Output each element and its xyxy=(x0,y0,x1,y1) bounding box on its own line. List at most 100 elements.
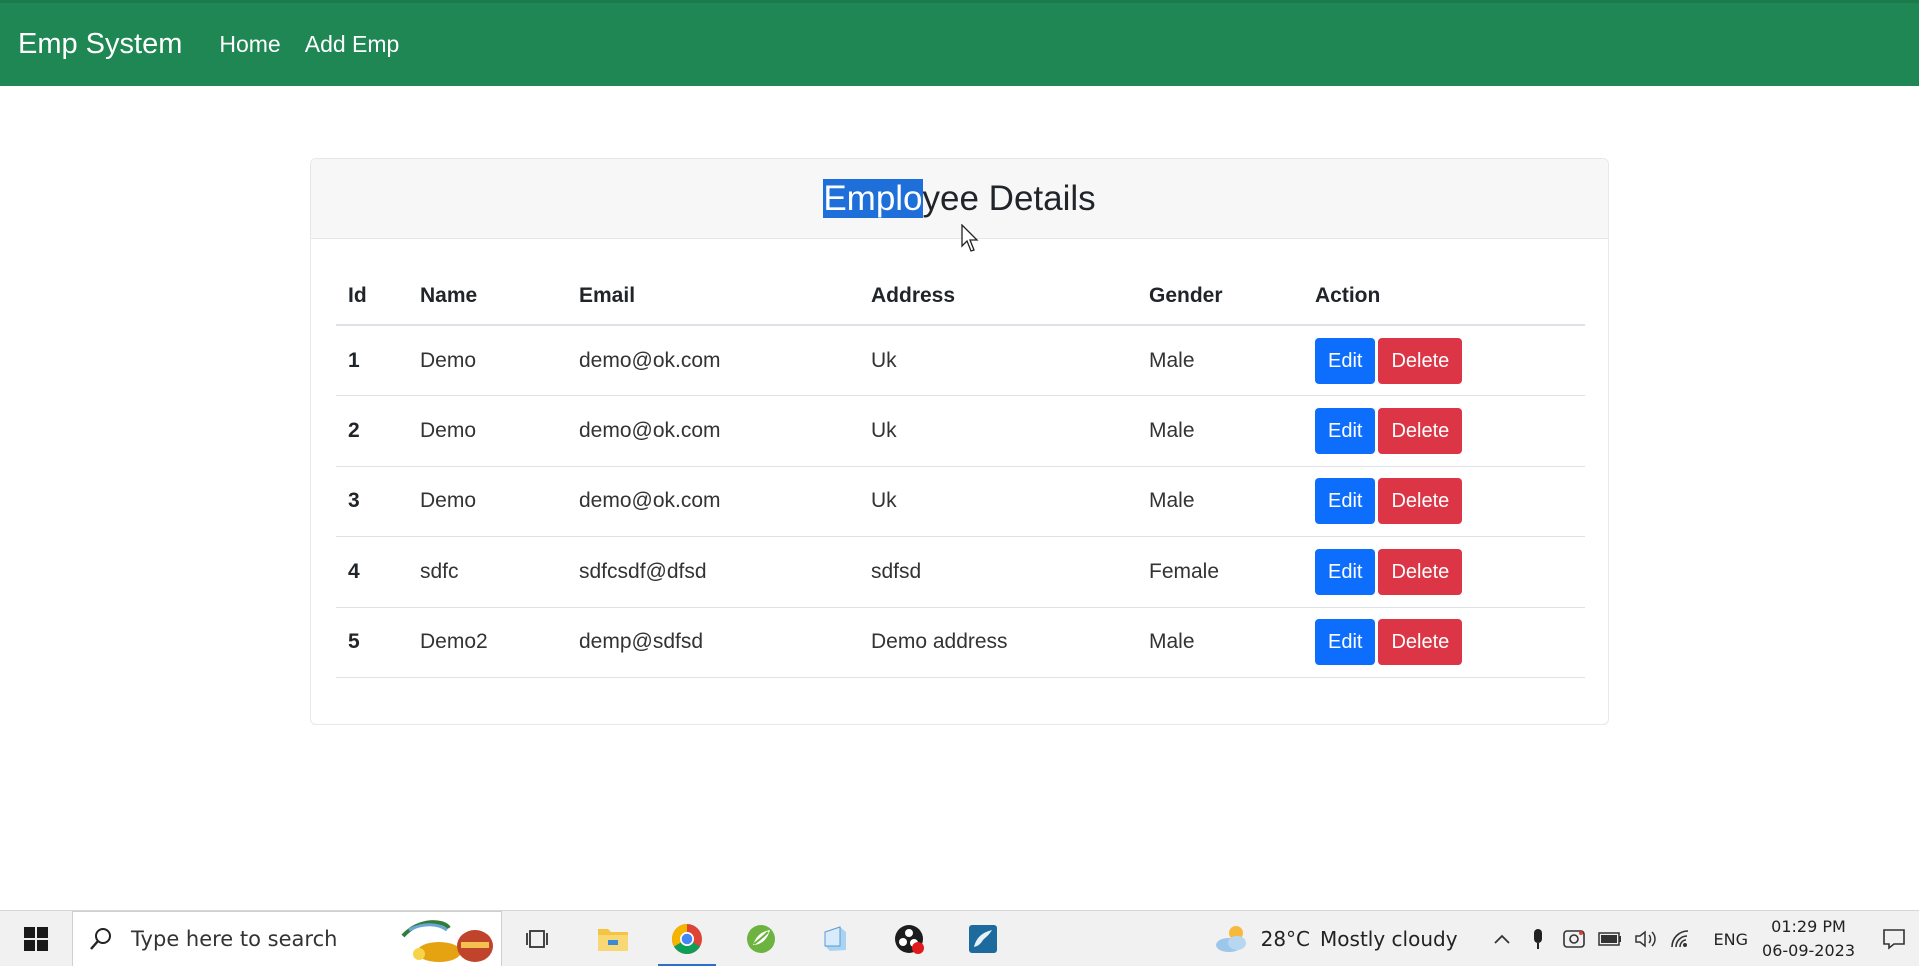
cell-name: Demo xyxy=(408,466,567,537)
clock-date: 06-09-2023 xyxy=(1762,941,1855,960)
microphone-icon xyxy=(1533,929,1542,949)
header-action: Action xyxy=(1303,267,1585,326)
selected-text: Emplo xyxy=(823,178,923,218)
search-highlight-icon xyxy=(401,919,493,962)
table-row: 5 Demo2 demp@sdfsd Demo address Male Edi… xyxy=(336,607,1585,678)
notification-center-button[interactable] xyxy=(1869,911,1919,966)
language-indicator[interactable]: ENG xyxy=(1714,930,1748,949)
cell-id: 5 xyxy=(336,607,408,678)
taskbar-app-spring-tool-suite[interactable] xyxy=(724,911,798,966)
cell-action: Edit Delete xyxy=(1303,466,1585,537)
chevron-up-icon xyxy=(1493,934,1510,944)
taskbar-app-mysql-workbench[interactable] xyxy=(946,911,1020,966)
obs-icon xyxy=(895,924,924,954)
cell-action: Edit Delete xyxy=(1303,325,1585,396)
cell-gender: Male xyxy=(1137,325,1303,396)
cell-name: Demo2 xyxy=(408,607,567,678)
cell-gender: Male xyxy=(1137,466,1303,537)
employee-card: Employee Details Id Name Email Address G… xyxy=(310,158,1609,725)
battery-icon xyxy=(1597,932,1621,946)
cell-address: Uk xyxy=(859,466,1137,537)
taskbar-search-box[interactable]: Type here to search xyxy=(72,910,502,966)
table-row: 2 Demo demo@ok.com Uk Male Edit Delete xyxy=(336,395,1585,467)
delete-button[interactable]: Delete xyxy=(1378,337,1463,384)
table-row: 4 sdfc sdfcsdf@dfsd sdfsd Female Edit Del… xyxy=(336,536,1585,608)
delete-button[interactable]: Delete xyxy=(1378,548,1463,595)
tray-app[interactable] xyxy=(1556,911,1592,966)
search-icon xyxy=(90,927,111,950)
cell-email: sdfcsdf@dfsd xyxy=(567,536,859,608)
cell-email: demo@ok.com xyxy=(567,325,859,396)
employee-table: Id Name Email Address Gender Action 1 De… xyxy=(336,267,1585,678)
cell-id: 1 xyxy=(336,325,408,396)
cell-email: demp@sdfsd xyxy=(567,607,859,678)
title-rest: yee Details xyxy=(922,178,1096,218)
taskbar-app-obs[interactable] xyxy=(872,911,946,966)
card-header: Employee Details xyxy=(311,159,1608,239)
cell-address: Uk xyxy=(859,325,1137,396)
delete-button[interactable]: Delete xyxy=(1378,407,1463,454)
task-view-button[interactable] xyxy=(502,911,576,966)
chrome-icon xyxy=(671,923,702,954)
capture-app-icon xyxy=(1562,930,1585,948)
cell-action: Edit Delete xyxy=(1303,536,1585,608)
cell-email: demo@ok.com xyxy=(567,395,859,467)
cell-gender: Female xyxy=(1137,536,1303,608)
spring-tool-suite-icon xyxy=(747,924,775,953)
edit-button[interactable]: Edit xyxy=(1315,337,1376,384)
cell-action: Edit Delete xyxy=(1303,607,1585,678)
taskbar-app-chrome[interactable] xyxy=(650,911,724,966)
edit-button[interactable]: Edit xyxy=(1315,407,1376,454)
system-tray: 28°C Mostly cloudy ENG 01:29 PM 06-09-20… xyxy=(1213,911,1919,966)
weather-widget[interactable]: 28°C Mostly cloudy xyxy=(1213,924,1458,954)
cell-id: 4 xyxy=(336,536,408,608)
header-email: Email xyxy=(567,267,859,326)
windows-taskbar: Type here to search 28°C Mostly cloudy E… xyxy=(0,910,1919,966)
tray-battery[interactable] xyxy=(1592,911,1628,966)
cell-gender: Male xyxy=(1137,607,1303,678)
cell-name: Demo xyxy=(408,325,567,396)
edit-button[interactable]: Edit xyxy=(1315,619,1376,666)
header-id: Id xyxy=(336,267,408,326)
cell-address: sdfsd xyxy=(859,536,1137,608)
nav-link-add-emp[interactable]: Add Emp xyxy=(305,31,400,58)
table-header-row: Id Name Email Address Gender Action xyxy=(336,267,1585,326)
cell-name: Demo xyxy=(408,395,567,467)
header-address: Address xyxy=(859,267,1137,326)
mouse-cursor-icon xyxy=(961,224,979,252)
table-row: 1 Demo demo@ok.com Uk Male Edit Delete xyxy=(336,325,1585,396)
cell-id: 2 xyxy=(336,395,408,467)
taskbar-app-notepad[interactable] xyxy=(798,911,872,966)
navbar-brand[interactable]: Emp System xyxy=(18,28,182,61)
tray-microphone[interactable] xyxy=(1520,911,1556,966)
page-title: Employee Details xyxy=(823,178,1096,219)
tray-volume[interactable] xyxy=(1628,911,1664,966)
delete-button[interactable]: Delete xyxy=(1378,478,1463,525)
notification-icon xyxy=(1883,929,1905,950)
start-button[interactable] xyxy=(0,911,72,966)
taskbar-app-file-explorer[interactable] xyxy=(576,911,650,966)
windows-logo-icon xyxy=(24,926,48,951)
mysql-workbench-icon xyxy=(969,924,997,953)
cell-gender: Male xyxy=(1137,395,1303,467)
notepad-icon xyxy=(824,925,846,951)
table-row: 3 Demo demo@ok.com Uk Male Edit Delete xyxy=(336,466,1585,537)
header-gender: Gender xyxy=(1137,267,1303,326)
show-hidden-icons-button[interactable] xyxy=(1484,911,1520,966)
cell-action: Edit Delete xyxy=(1303,395,1585,467)
edit-button[interactable]: Edit xyxy=(1315,478,1376,525)
clock-time: 01:29 PM xyxy=(1771,917,1846,936)
delete-button[interactable]: Delete xyxy=(1378,619,1463,666)
taskbar-clock[interactable]: 01:29 PM 06-09-2023 xyxy=(1762,915,1855,963)
task-view-icon xyxy=(526,929,548,948)
weather-temp: 28°C xyxy=(1260,927,1311,951)
cell-email: demo@ok.com xyxy=(567,466,859,537)
volume-icon xyxy=(1634,930,1656,948)
header-name: Name xyxy=(408,267,567,326)
edit-button[interactable]: Edit xyxy=(1315,548,1376,595)
navbar: Emp System Home Add Emp xyxy=(0,0,1919,86)
nav-link-home[interactable]: Home xyxy=(219,31,280,58)
cell-name: sdfc xyxy=(408,536,567,608)
cell-address: Demo address xyxy=(859,607,1137,678)
tray-network[interactable] xyxy=(1664,911,1700,966)
